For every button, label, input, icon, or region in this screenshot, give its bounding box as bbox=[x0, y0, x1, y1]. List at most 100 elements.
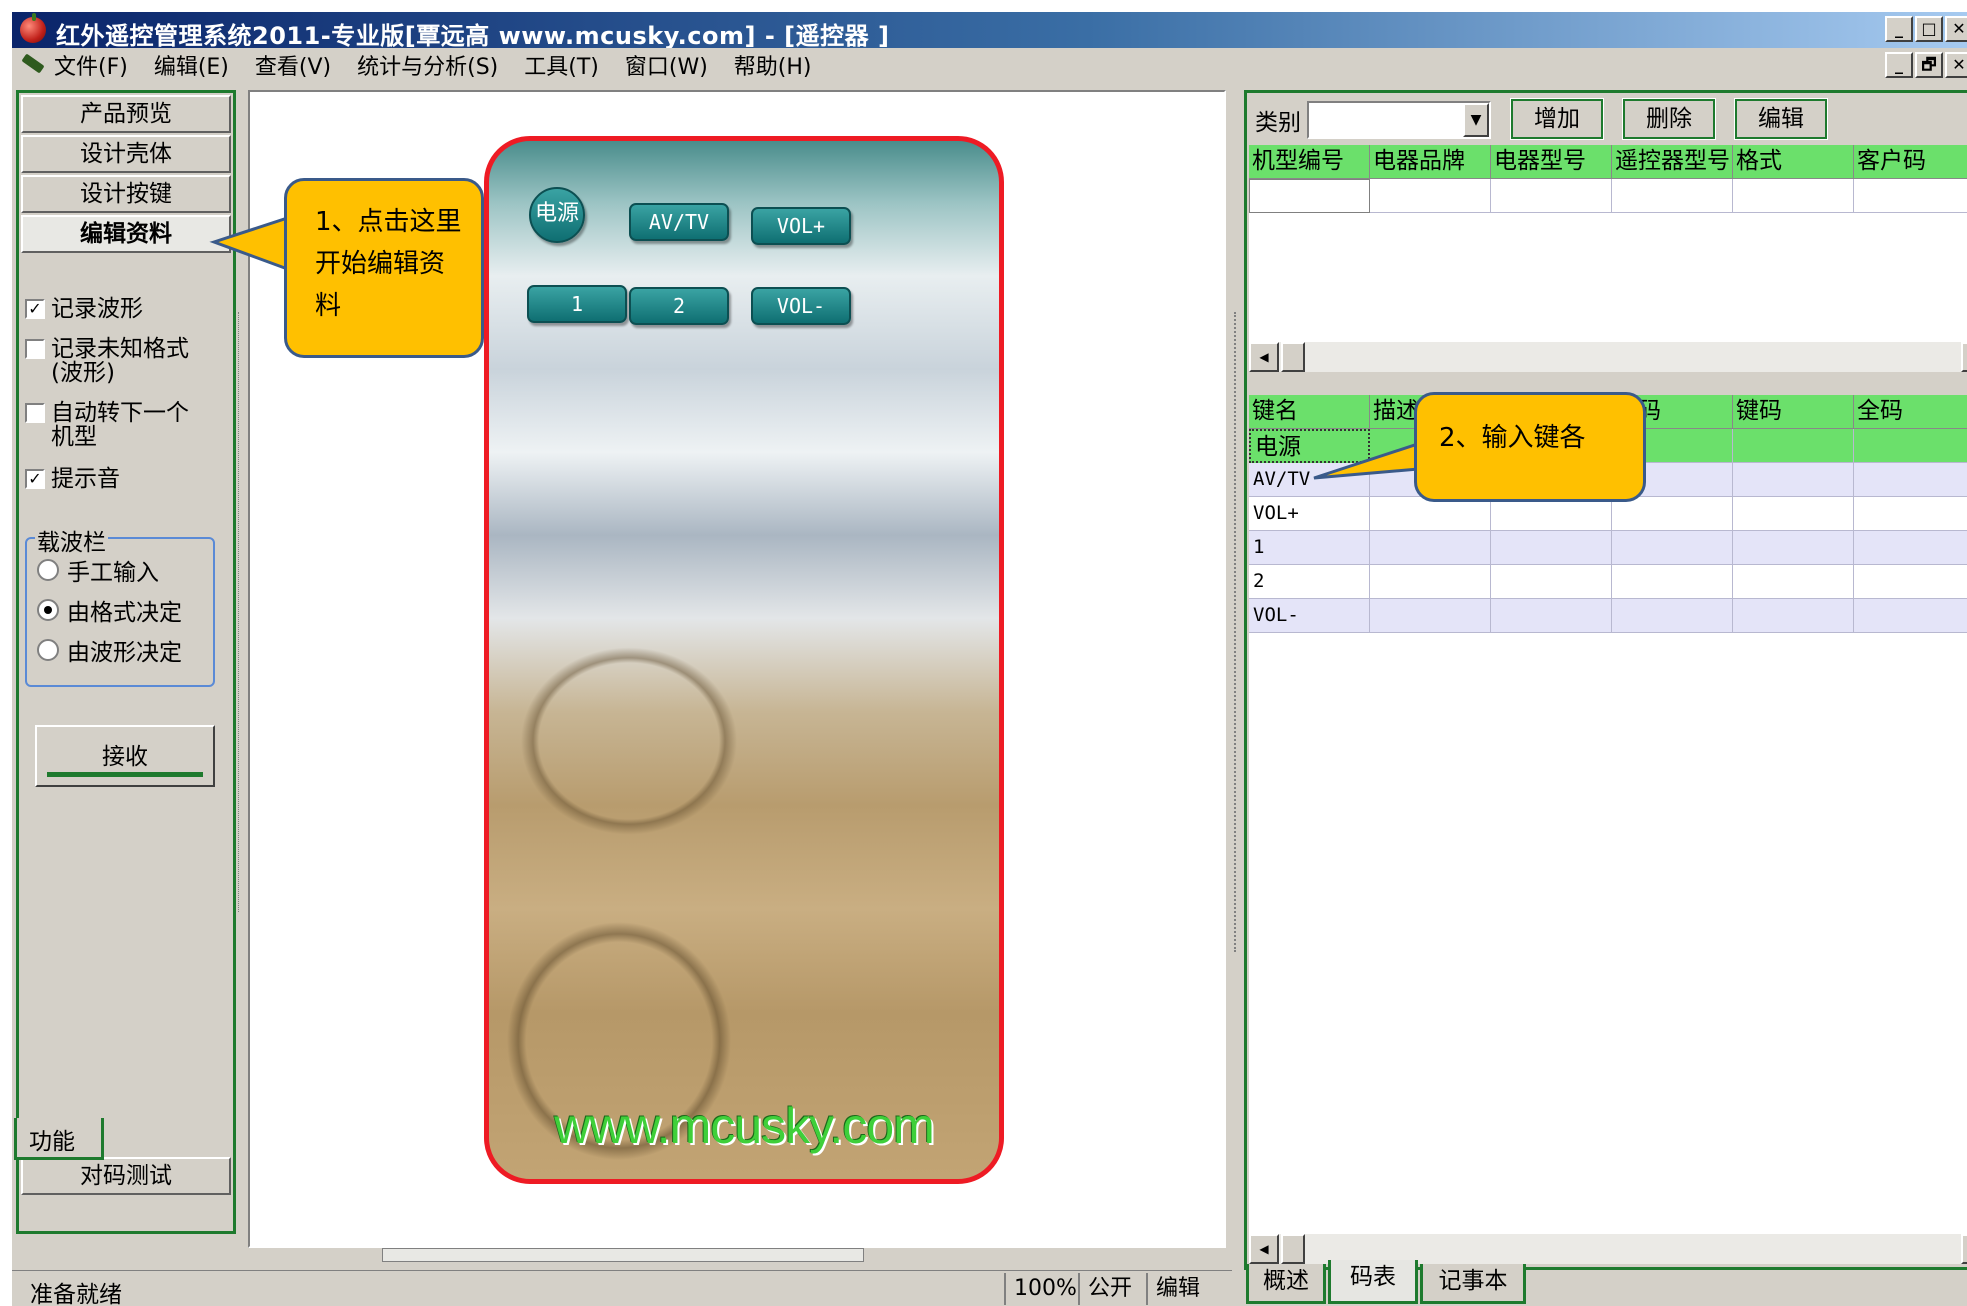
receive-button-label: 接收 bbox=[102, 744, 148, 770]
nav-design-shell[interactable]: 设计壳体 bbox=[21, 135, 231, 173]
status-zoom: 100% bbox=[1004, 1273, 1077, 1305]
menu-help[interactable]: 帮助(H) bbox=[734, 49, 812, 81]
column-header[interactable]: 遥控器型号 bbox=[1612, 145, 1733, 179]
nav-edit-data[interactable]: 编辑资料 bbox=[21, 215, 231, 253]
record-unknown-format-checkbox[interactable]: 记录未知格式 (波形) bbox=[25, 337, 189, 385]
menu-window[interactable]: 窗口(W) bbox=[625, 49, 708, 81]
model-table-scrollbar[interactable]: ◀ ▶ bbox=[1249, 341, 1967, 372]
checkbox-label: 自动转下一个 机型 bbox=[51, 400, 189, 450]
status-state: 编辑 bbox=[1146, 1273, 1200, 1305]
apple-icon bbox=[20, 13, 46, 43]
callout-step1: 1、点击这里开始编辑资料 bbox=[284, 178, 484, 358]
table-row[interactable]: 2 bbox=[1249, 565, 1967, 599]
carrier-group-label: 载波栏 bbox=[35, 523, 108, 557]
column-header[interactable]: 格式 bbox=[1733, 145, 1854, 179]
key-table: 键名 描述 户码 键码 全码 电源 AV/TV VOL+ 1 2 bbox=[1249, 395, 1967, 1233]
menu-edit[interactable]: 编辑(E) bbox=[154, 49, 229, 81]
status-message: 准备就绪 bbox=[30, 1282, 122, 1306]
minimize-button[interactable]: _ bbox=[1885, 16, 1913, 42]
menu-file[interactable]: 文件(F) bbox=[54, 49, 128, 81]
edit-button[interactable]: 编辑 bbox=[1734, 98, 1828, 140]
column-header[interactable]: 机型编号 bbox=[1249, 145, 1370, 179]
table-row[interactable]: VOL- bbox=[1249, 599, 1967, 633]
remote-volup-button[interactable]: VOL+ bbox=[751, 207, 851, 245]
scroll-thumb[interactable] bbox=[1281, 342, 1305, 372]
checkbox-label: 提示音 bbox=[51, 466, 120, 492]
key-name-cell[interactable]: 2 bbox=[1249, 565, 1370, 599]
table-cell[interactable] bbox=[1249, 179, 1370, 213]
add-button[interactable]: 增加 bbox=[1510, 98, 1604, 140]
key-name-cell[interactable]: VOL+ bbox=[1249, 497, 1370, 531]
key-name-cell[interactable]: VOL- bbox=[1249, 599, 1370, 633]
child-restore-button[interactable]: 🗗 bbox=[1915, 52, 1943, 78]
app-window: 红外遥控管理系统2011-专业版[覃远高 www.mcusky.com] - [… bbox=[12, 12, 1967, 1306]
menu-statistics[interactable]: 统计与分析(S) bbox=[357, 49, 498, 81]
record-waveform-checkbox[interactable]: ✓ 记录波形 bbox=[25, 297, 143, 321]
maximize-button[interactable]: □ bbox=[1915, 16, 1943, 42]
window-controls: _ □ ✕ bbox=[1885, 16, 1967, 42]
scroll-left-icon[interactable]: ◀ bbox=[1249, 1234, 1279, 1264]
radio-label: 手工输入 bbox=[67, 560, 159, 586]
column-header[interactable]: 电器品牌 bbox=[1370, 145, 1491, 179]
window-title: 红外遥控管理系统2011-专业版[覃远高 www.mcusky.com] - [… bbox=[56, 22, 890, 50]
receive-progress-bar bbox=[47, 772, 203, 777]
scroll-right-icon[interactable]: ▶ bbox=[1961, 342, 1967, 372]
menu-tools[interactable]: 工具(T) bbox=[524, 49, 599, 81]
remote-power-button[interactable]: 电源 bbox=[529, 187, 585, 243]
model-table: 机型编号 电器品牌 电器型号 遥控器型号 格式 客户码 bbox=[1249, 145, 1967, 341]
prompt-sound-checkbox[interactable]: ✓ 提示音 bbox=[25, 467, 120, 491]
column-header[interactable]: 键码 bbox=[1733, 395, 1854, 429]
table-row[interactable]: 1 bbox=[1249, 531, 1967, 565]
table-cell[interactable] bbox=[1612, 179, 1733, 213]
table-row[interactable]: VOL+ bbox=[1249, 497, 1967, 531]
right-splitter[interactable] bbox=[1234, 312, 1242, 952]
tab-code-table[interactable]: 码表 bbox=[1328, 1260, 1418, 1304]
watermark-url: www.mcusky.com bbox=[554, 1098, 935, 1154]
radio-by-waveform[interactable]: 由波形决定 bbox=[37, 633, 182, 667]
key-name-cell[interactable]: 1 bbox=[1249, 531, 1370, 565]
receive-button[interactable]: 接收 bbox=[35, 725, 215, 787]
checkbox-checked-icon: ✓ bbox=[25, 299, 45, 319]
scroll-thumb[interactable] bbox=[1281, 1234, 1305, 1264]
remote-1-button[interactable]: 1 bbox=[527, 285, 627, 323]
table-cell[interactable] bbox=[1370, 179, 1491, 213]
category-label: 类别 bbox=[1255, 110, 1301, 136]
radio-manual-input[interactable]: 手工输入 bbox=[37, 553, 159, 587]
tab-function[interactable]: 功能 bbox=[14, 1118, 104, 1160]
left-splitter[interactable] bbox=[238, 312, 247, 912]
category-select[interactable]: ▼ bbox=[1307, 101, 1491, 139]
nav-product-preview[interactable]: 产品预览 bbox=[21, 95, 231, 133]
checkbox-unchecked-icon bbox=[25, 403, 45, 423]
delete-button[interactable]: 删除 bbox=[1622, 98, 1716, 140]
child-close-button[interactable]: ✕ bbox=[1945, 52, 1967, 78]
function-panel: 产品预览 设计壳体 设计按键 编辑资料 ✓ 记录波形 记录未知格式 (波形) 自… bbox=[16, 90, 236, 1234]
scroll-right-icon[interactable]: ▶ bbox=[1961, 1234, 1967, 1264]
table-row[interactable] bbox=[1249, 179, 1967, 213]
dropdown-arrow-icon[interactable]: ▼ bbox=[1463, 103, 1489, 137]
remote-voldown-button[interactable]: VOL- bbox=[751, 287, 851, 325]
tab-notepad[interactable]: 记事本 bbox=[1420, 1264, 1526, 1304]
tab-overview[interactable]: 概述 bbox=[1246, 1264, 1326, 1304]
scroll-left-icon[interactable]: ◀ bbox=[1249, 342, 1279, 372]
close-button[interactable]: ✕ bbox=[1945, 16, 1967, 42]
nav-code-test[interactable]: 对码测试 bbox=[21, 1157, 231, 1195]
title-bar: 红外遥控管理系统2011-专业版[覃远高 www.mcusky.com] - [… bbox=[12, 12, 1967, 50]
column-header[interactable]: 电器型号 bbox=[1491, 145, 1612, 179]
document-pen-icon[interactable] bbox=[18, 53, 48, 77]
nav-design-keys[interactable]: 设计按键 bbox=[21, 175, 231, 213]
canvas-horizontal-scrollbar[interactable] bbox=[382, 1248, 864, 1262]
menu-view[interactable]: 查看(V) bbox=[255, 49, 331, 81]
child-minimize-button[interactable]: _ bbox=[1885, 52, 1913, 78]
auto-next-model-checkbox[interactable]: 自动转下一个 机型 bbox=[25, 401, 189, 449]
column-header[interactable]: 全码 bbox=[1854, 395, 1967, 429]
checkbox-label: 记录未知格式 (波形) bbox=[51, 336, 189, 386]
checkbox-label: 记录波形 bbox=[51, 296, 143, 322]
radio-by-format[interactable]: 由格式决定 bbox=[37, 593, 182, 627]
remote-2-button[interactable]: 2 bbox=[629, 287, 729, 325]
column-header[interactable]: 客户码 bbox=[1854, 145, 1967, 179]
status-mode: 公开 bbox=[1078, 1273, 1132, 1305]
table-cell[interactable] bbox=[1733, 179, 1854, 213]
table-cell[interactable] bbox=[1854, 179, 1967, 213]
table-cell[interactable] bbox=[1491, 179, 1612, 213]
remote-avtv-button[interactable]: AV/TV bbox=[629, 203, 729, 241]
